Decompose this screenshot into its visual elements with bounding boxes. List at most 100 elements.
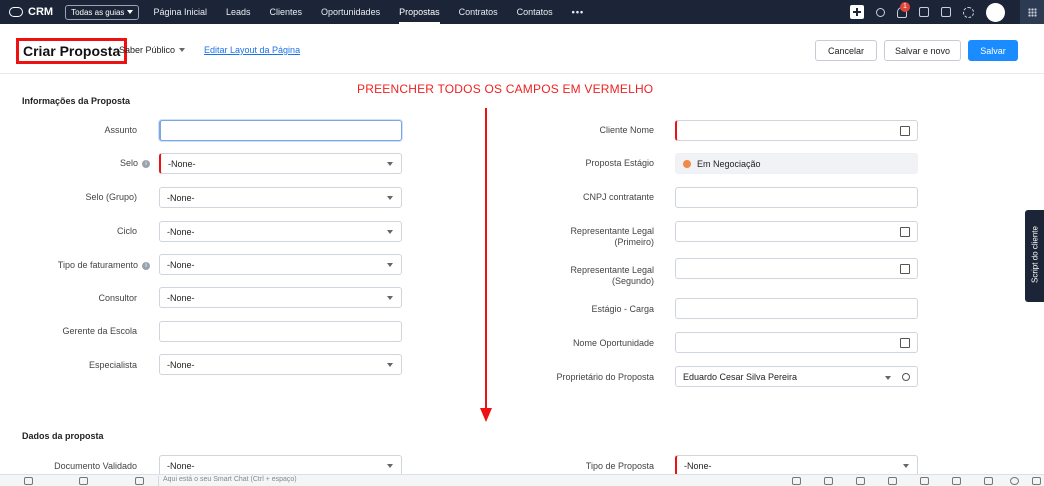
create-plus-icon[interactable] <box>850 5 864 19</box>
tipo-proposta-select[interactable]: -None- <box>675 455 918 476</box>
all-tabs-dropdown[interactable]: Todas as guias <box>65 4 140 20</box>
selo-grupo-value: -None- <box>167 192 195 203</box>
representante-primeiro-lookup[interactable] <box>675 221 918 242</box>
gerente-escola-input[interactable] <box>159 321 402 342</box>
tab-leads[interactable]: Leads <box>226 0 251 24</box>
contact-card-icon[interactable] <box>900 227 910 237</box>
layout-selector[interactable]: Saber Público <box>119 45 186 55</box>
screen-share-icon[interactable] <box>792 477 801 485</box>
field-label-selo-grupo: Selo (Grupo) <box>85 192 137 202</box>
field-label-tipo-faturamento: Tipo de faturamento i <box>10 260 150 271</box>
apps-grid-button[interactable] <box>1020 0 1044 24</box>
customer-script-label: Script do cliente <box>1030 226 1040 283</box>
edit-page-layout-link[interactable]: Editar Layout da Página <box>204 45 300 55</box>
tab-propostas[interactable]: Propostas <box>399 0 440 24</box>
field-label-nome-oportunidade: Nome Oportunidade <box>572 338 654 348</box>
customer-script-tab[interactable]: Script do cliente <box>1025 210 1044 302</box>
refresh-icon[interactable] <box>888 477 897 485</box>
divider <box>158 476 159 486</box>
info-icon[interactable]: i <box>142 261 150 270</box>
module-tabs: Página Inicial Leads Clientes Oportunida… <box>153 0 603 24</box>
translate-icon[interactable] <box>920 477 929 485</box>
contact-card-icon[interactable] <box>900 264 910 274</box>
tab-clientes[interactable]: Clientes <box>270 0 303 24</box>
annotation-instruction: PREENCHER TODOS OS CAMPOS EM VERMELHO <box>357 82 654 96</box>
field-label-selo: Selo i <box>30 158 150 169</box>
tab-pagina-inicial[interactable]: Página Inicial <box>153 0 207 24</box>
grid-icon <box>1027 7 1037 17</box>
wallet-icon[interactable] <box>900 338 910 348</box>
proprietario-select[interactable]: Eduardo Cesar Silva Pereira <box>675 366 918 387</box>
chevron-down-icon <box>387 196 393 200</box>
user-avatar[interactable] <box>986 2 1005 22</box>
tab-contatos[interactable]: Contatos <box>517 0 553 24</box>
ciclo-select[interactable]: -None- <box>159 221 402 242</box>
label-line-2: (Segundo) <box>611 276 654 286</box>
signal-icon[interactable] <box>856 477 865 485</box>
calendar-icon[interactable] <box>919 7 929 17</box>
especialista-select[interactable]: -None- <box>159 354 402 375</box>
proposta-estagio-field: Em Negociação <box>675 153 918 174</box>
representante-segundo-lookup[interactable] <box>675 258 918 279</box>
info-icon[interactable]: i <box>142 159 150 168</box>
chevron-down-icon <box>127 10 134 14</box>
annotation-arrow-head <box>480 408 492 422</box>
building-icon[interactable] <box>900 126 910 136</box>
user-icon[interactable] <box>902 373 910 381</box>
save-button[interactable]: Salvar <box>968 40 1018 61</box>
contacts-icon[interactable] <box>135 477 144 485</box>
label-line-1: Representante Legal <box>570 265 654 275</box>
cliente-nome-lookup[interactable] <box>675 120 918 141</box>
notifications-icon[interactable]: 1 <box>897 1 910 18</box>
smart-chat-input[interactable]: Aqui está o seu Smart Chat (Ctrl + espaç… <box>163 476 297 483</box>
search-icon[interactable] <box>876 7 885 17</box>
label-line-1: Representante Legal <box>570 226 654 236</box>
brand-name: CRM <box>28 6 54 18</box>
documento-validado-value: -None- <box>167 460 195 471</box>
cancel-button[interactable]: Cancelar <box>815 40 877 61</box>
tipo-proposta-value: -None- <box>684 460 712 471</box>
help-icon[interactable] <box>1010 477 1019 485</box>
selo-select[interactable]: -None- <box>159 153 402 174</box>
chats-icon[interactable] <box>24 477 33 485</box>
chevron-down-icon <box>387 263 393 267</box>
field-label-consultor: Consultor <box>98 293 137 303</box>
page-title: Criar Proposta <box>16 38 128 64</box>
save-and-new-button[interactable]: Salvar e novo <box>884 40 961 61</box>
gear-icon[interactable] <box>963 6 974 18</box>
field-label-representante-segundo: Representante Legal (Segundo) <box>520 265 654 287</box>
section-title-info: Informações da Proposta <box>22 96 131 106</box>
announcement-icon[interactable] <box>824 477 833 485</box>
nome-oportunidade-lookup[interactable] <box>675 332 918 353</box>
tipo-faturamento-select[interactable]: -None- <box>159 254 402 275</box>
field-label-documento-validado: Documento Validado <box>54 461 137 471</box>
chevron-down-icon <box>387 363 393 367</box>
documento-validado-select[interactable]: -None- <box>159 455 402 476</box>
top-navigation-bar: CRM Todas as guias Página Inicial Leads … <box>0 0 1044 24</box>
bottom-bar: Aqui está o seu Smart Chat (Ctrl + espaç… <box>0 474 1044 486</box>
selo-grupo-select[interactable]: -None- <box>159 187 402 208</box>
tipo-faturamento-label-text: Tipo de faturamento <box>57 260 138 270</box>
tab-oportunidades[interactable]: Oportunidades <box>321 0 380 24</box>
field-label-especialista: Especialista <box>88 360 137 370</box>
keyboard-icon[interactable] <box>1032 477 1041 485</box>
field-label-cliente-nome: Cliente Nome <box>599 125 654 135</box>
assunto-input[interactable] <box>159 120 402 141</box>
tab-contratos[interactable]: Contratos <box>459 0 498 24</box>
marketplace-icon[interactable] <box>941 7 951 17</box>
channels-icon[interactable] <box>79 477 88 485</box>
field-label-cnpj: CNPJ contratante <box>582 192 654 202</box>
cnpj-input[interactable] <box>675 187 918 208</box>
form-header: Criar Proposta Saber Público Editar Layo… <box>0 24 1044 74</box>
layout-name: Saber Público <box>119 45 176 55</box>
more-tabs-button[interactable]: ••• <box>572 0 584 24</box>
crm-logo[interactable]: CRM <box>9 6 53 18</box>
history-icon[interactable] <box>984 477 993 485</box>
consultor-select[interactable]: -None- <box>159 287 402 308</box>
alarm-icon[interactable] <box>952 477 961 485</box>
estagio-carga-input[interactable] <box>675 298 918 319</box>
notification-badge: 1 <box>900 1 910 12</box>
field-label-representante-primeiro: Representante Legal (Primeiro) <box>520 226 654 248</box>
especialista-value: -None- <box>167 359 195 370</box>
selo-label-text: Selo <box>119 158 138 168</box>
